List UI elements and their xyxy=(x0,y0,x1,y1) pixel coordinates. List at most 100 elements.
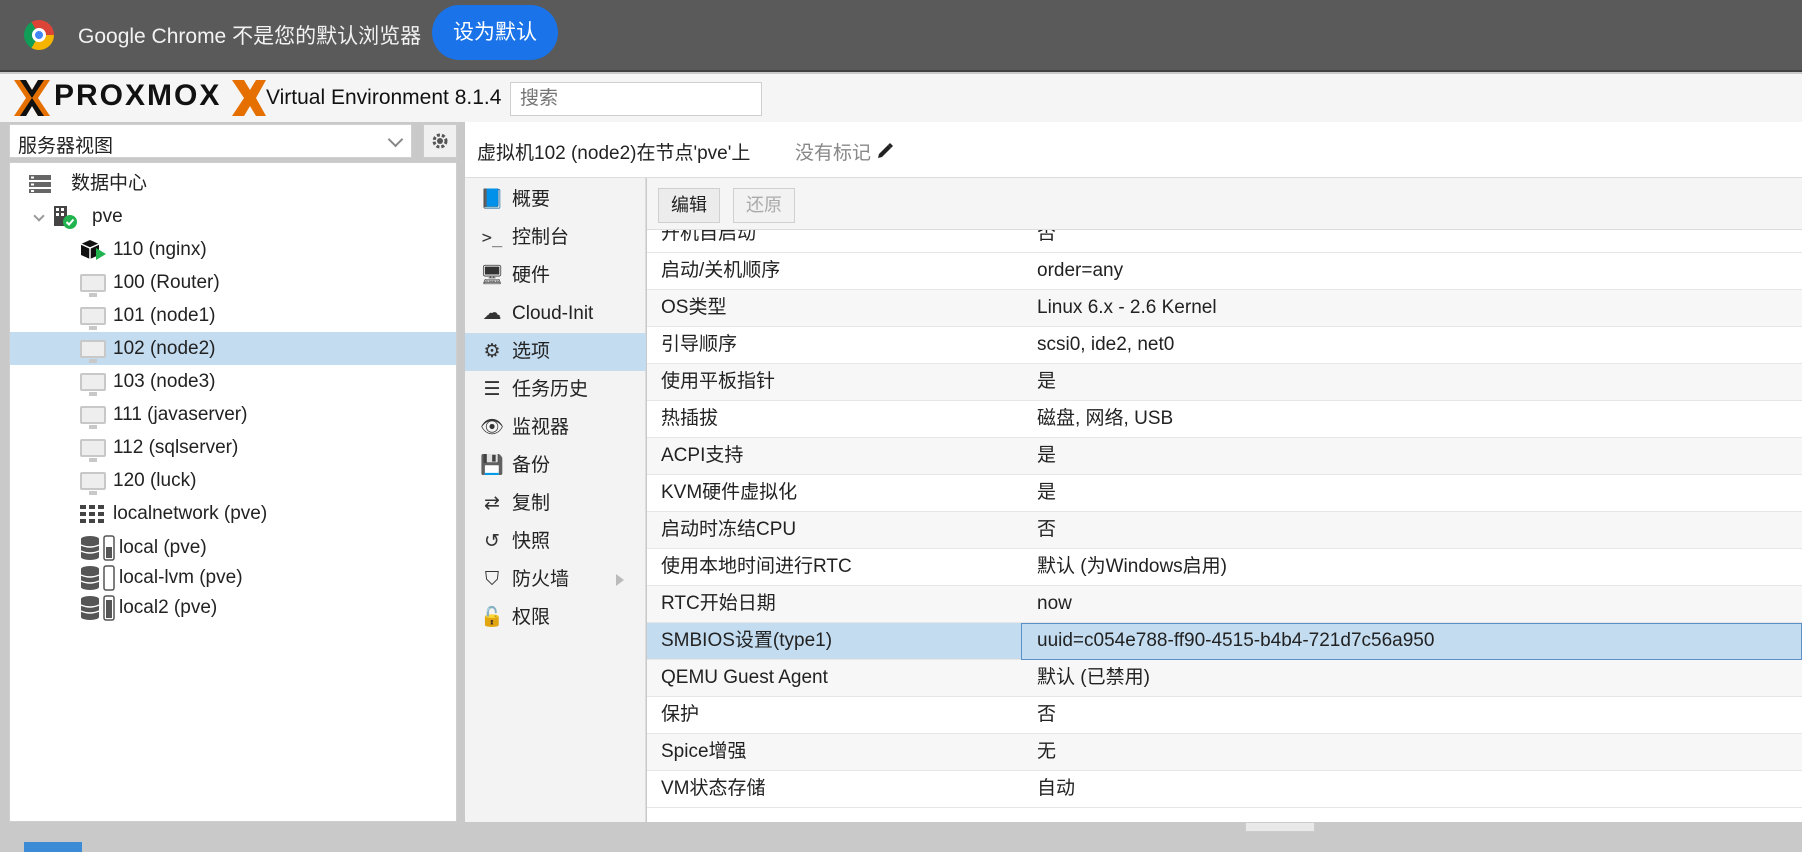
option-key: RTC开始日期 xyxy=(661,593,776,614)
tree-item-node-pve[interactable]: pve xyxy=(10,200,456,233)
option-key: 保护 xyxy=(661,704,700,725)
server-view-select[interactable]: 服务器视图 xyxy=(9,124,412,158)
gear-icon: ⚙ xyxy=(483,341,501,362)
nav-item-label: 防火墙 xyxy=(512,569,570,590)
nav-item-snapshots[interactable]: ↺ 快照 xyxy=(465,523,646,561)
terminal-icon: >_ xyxy=(481,228,503,248)
options-grid: 开机自启动 否 启动/关机顺序 order=any OS类型 Linux 6.x… xyxy=(647,230,1802,822)
nav-item-options[interactable]: ⚙ 选项 xyxy=(465,333,646,371)
option-row-boot-order[interactable]: 引导顺序 scsi0, ide2, net0 xyxy=(647,327,1802,364)
option-row-freeze[interactable]: 启动时冻结CPU 否 xyxy=(647,512,1802,549)
vm-icon xyxy=(80,340,106,363)
option-value: now xyxy=(1037,593,1072,614)
nav-item-label: 选项 xyxy=(512,341,551,362)
edit-button[interactable]: 编辑 xyxy=(658,188,720,223)
tree-item-ct-110[interactable]: 110 (nginx) xyxy=(10,233,456,266)
vm-title: 虚拟机102 (node2)在节点'pve'上 xyxy=(477,143,751,164)
panel-splitter-handle[interactable] xyxy=(1245,822,1315,832)
tree-item-label: 101 (node1) xyxy=(113,305,216,326)
nav-item-label: 概要 xyxy=(512,189,551,210)
revert-button[interactable]: 还原 xyxy=(733,188,795,223)
option-row-acpi[interactable]: ACPI支持 是 xyxy=(647,438,1802,475)
option-row-localtime[interactable]: 使用本地时间进行RTC 默认 (为Windows启用) xyxy=(647,549,1802,586)
option-value: Linux 6.x - 2.6 Kernel xyxy=(1037,297,1217,318)
option-key: OS类型 xyxy=(661,297,727,318)
nav-item-permissions[interactable]: 🔓 权限 xyxy=(465,599,646,637)
option-row-startdate[interactable]: RTC开始日期 now xyxy=(647,586,1802,623)
tree-item-storage-local-lvm[interactable]: local-lvm (pve) xyxy=(10,561,456,594)
tree-item-vm-100[interactable]: 100 (Router) xyxy=(10,266,456,299)
option-value: 否 xyxy=(1037,230,1057,244)
retweet-icon: ⇄ xyxy=(484,493,500,514)
tree-item-vm-111[interactable]: 111 (javaserver) xyxy=(10,398,456,431)
vm-icon xyxy=(80,373,106,396)
tree-item-vm-112[interactable]: 112 (sqlserver) xyxy=(10,431,456,464)
book-icon: 📘 xyxy=(480,189,504,210)
nav-item-console[interactable]: >_ 控制台 xyxy=(465,219,646,257)
option-row-protection[interactable]: 保护 否 xyxy=(647,697,1802,734)
tree-item-sdn-localnetwork[interactable]: localnetwork (pve) xyxy=(10,497,456,530)
tree-item-datacenter[interactable]: 数据中心 xyxy=(10,167,456,200)
vm-icon xyxy=(80,406,106,429)
vm-icon xyxy=(80,307,106,330)
proxmox-logo: PROXMOX xyxy=(10,78,266,118)
pencil-icon[interactable] xyxy=(876,142,894,160)
tree-item-storage-local2[interactable]: local2 (pve) xyxy=(10,591,456,624)
tree-item-label: local (pve) xyxy=(119,537,207,558)
monitor-icon: 🖥 xyxy=(479,265,505,286)
option-row-vmstate[interactable]: VM状态存储 自动 xyxy=(647,771,1802,808)
network-grid-icon xyxy=(80,505,104,523)
option-value: scsi0, ide2, net0 xyxy=(1037,334,1175,355)
log-panel-tab[interactable] xyxy=(24,842,82,852)
option-key: QEMU Guest Agent xyxy=(661,667,828,688)
nav-item-replication[interactable]: ⇄ 复制 xyxy=(465,485,646,523)
tree-item-label: 110 (nginx) xyxy=(113,239,207,260)
option-value: 磁盘, 网络, USB xyxy=(1037,408,1174,429)
tree-item-label: pve xyxy=(92,206,123,227)
proxmox-logo-text: PROXMOX xyxy=(54,79,222,112)
tree-item-vm-120[interactable]: 120 (luck) xyxy=(10,464,456,497)
nav-item-label: 硬件 xyxy=(512,265,551,286)
option-row-startup[interactable]: 启动/关机顺序 order=any xyxy=(647,253,1802,290)
datacenter-icon xyxy=(29,175,51,193)
app-header: PROXMOX Virtual Environment 8.1.4 xyxy=(0,74,1802,122)
option-row-agent[interactable]: QEMU Guest Agent 默认 (已禁用) xyxy=(647,660,1802,697)
option-value: order=any xyxy=(1037,260,1124,281)
nav-item-summary[interactable]: 📘 概要 xyxy=(465,181,646,219)
tree-settings-button[interactable] xyxy=(423,124,457,158)
tree-item-label: 数据中心 xyxy=(71,173,148,194)
tree-item-label: 100 (Router) xyxy=(113,272,220,293)
tree-item-storage-local[interactable]: local (pve) xyxy=(10,531,456,564)
nav-item-backup[interactable]: 💾 备份 xyxy=(465,447,646,485)
option-value: 是 xyxy=(1037,371,1057,392)
option-key: 启动时冻结CPU xyxy=(661,519,797,540)
search-input[interactable] xyxy=(510,82,762,116)
nav-item-cloud-init[interactable]: ☁ Cloud-Init xyxy=(465,295,646,333)
option-value: 默认 (已禁用) xyxy=(1037,667,1150,688)
option-row-spice[interactable]: Spice增强 无 xyxy=(647,734,1802,771)
unlock-icon: 🔓 xyxy=(480,607,504,628)
nav-item-hardware[interactable]: 🖥 硬件 xyxy=(465,257,646,295)
option-row-tablet[interactable]: 使用平板指针 是 xyxy=(647,364,1802,401)
nav-item-firewall[interactable]: ⛉ 防火墙 xyxy=(465,561,646,599)
nav-item-label: 控制台 xyxy=(512,227,570,248)
nav-item-monitor[interactable]: 👁 监视器 xyxy=(465,409,646,447)
option-value: 默认 (为Windows启用) xyxy=(1037,556,1228,577)
option-row-smbios[interactable]: SMBIOS设置(type1) uuid=c054e788-ff90-4515-… xyxy=(647,623,1802,660)
option-key: 引导顺序 xyxy=(661,334,738,355)
server-view-select-value: 服务器视图 xyxy=(18,136,114,157)
tree-item-vm-103[interactable]: 103 (node3) xyxy=(10,365,456,398)
option-row-ostype[interactable]: OS类型 Linux 6.x - 2.6 Kernel xyxy=(647,290,1802,327)
tree-item-label: 103 (node3) xyxy=(113,371,216,392)
option-row-onboot[interactable]: 开机自启动 否 xyxy=(647,230,1802,253)
set-default-button[interactable]: 设为默认 xyxy=(432,5,558,60)
chevron-down-icon xyxy=(387,131,404,148)
nav-item-task-history[interactable]: ☰ 任务历史 xyxy=(465,371,646,409)
option-row-kvm[interactable]: KVM硬件虚拟化 是 xyxy=(647,475,1802,512)
option-row-hotplug[interactable]: 热插拔 磁盘, 网络, USB xyxy=(647,401,1802,438)
option-key: 启动/关机顺序 xyxy=(661,260,781,281)
default-browser-infobar: Google Chrome 不是您的默认浏览器 设为默认 xyxy=(0,0,1802,72)
tree-item-vm-101[interactable]: 101 (node1) xyxy=(10,299,456,332)
tree-item-vm-102[interactable]: 102 (node2) xyxy=(10,332,456,365)
option-value: 否 xyxy=(1037,704,1057,725)
